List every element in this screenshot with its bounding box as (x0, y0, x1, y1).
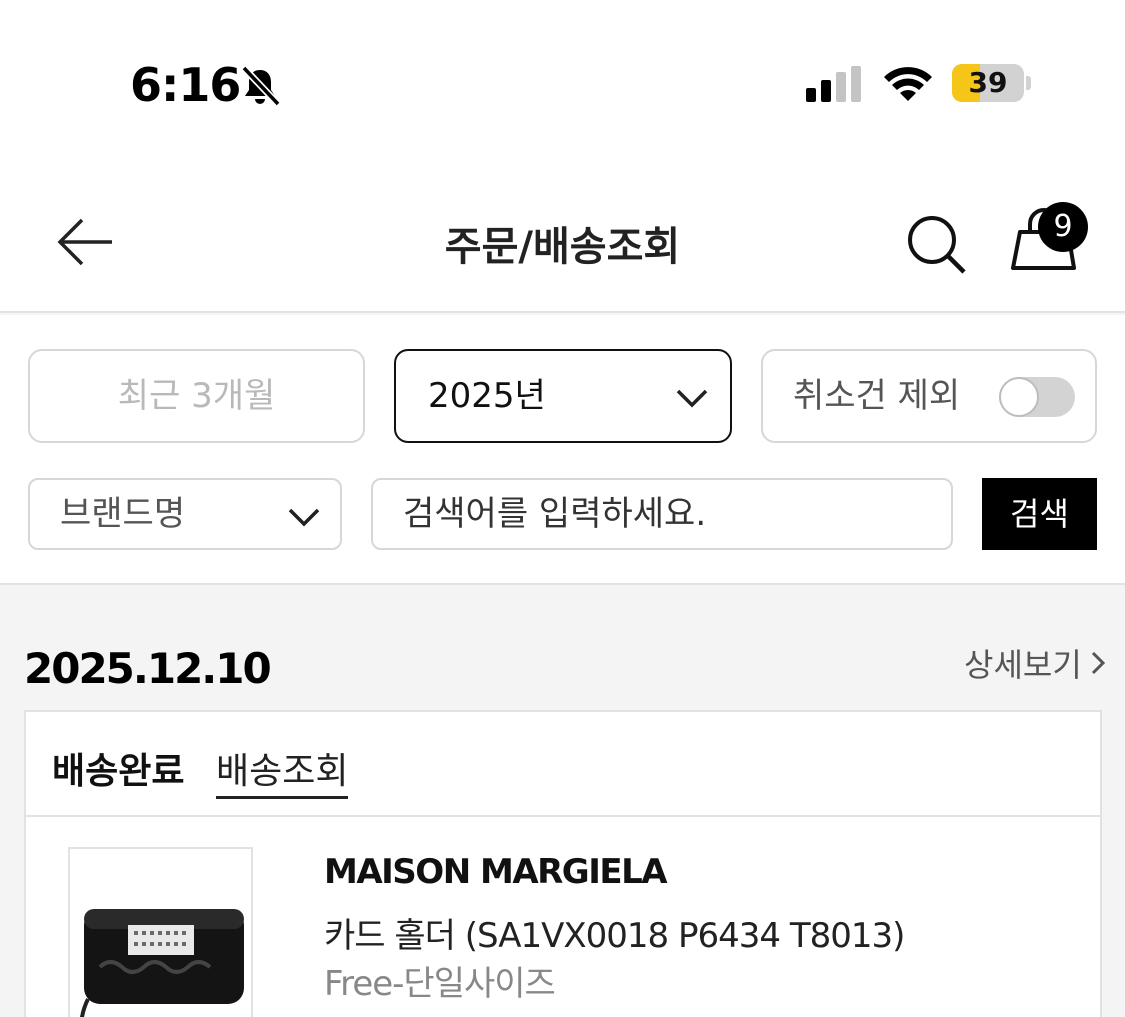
filter-panel: 최근 3개월 2025년 취소건 제외 브랜드명 검색 (0, 315, 1125, 585)
year-select[interactable]: 2025년 (394, 349, 732, 443)
search-button[interactable]: 검색 (982, 478, 1097, 550)
exclude-cancelled-row: 취소건 제외 (761, 349, 1097, 443)
product-name[interactable]: 카드 홀더 (SA1VX0018 P6434 T8013) (324, 908, 905, 957)
search-icon[interactable] (902, 210, 970, 278)
battery-icon: 39 (952, 64, 1024, 102)
search-input[interactable] (371, 478, 953, 550)
status-bar: 6:16 39 (0, 0, 1125, 170)
product-thumbnail[interactable] (68, 847, 253, 1017)
cellular-signal-icon (806, 66, 861, 102)
chevron-down-icon (288, 508, 320, 527)
wallet-image (80, 909, 244, 1017)
status-time: 6:16 (130, 58, 241, 112)
chevron-right-icon (1091, 651, 1105, 675)
order-card-header: 배송완료 배송조회 (26, 712, 1100, 817)
toggle-knob (999, 377, 1039, 417)
product-brand: MAISON MARGIELA (324, 852, 668, 892)
exclude-cancelled-toggle[interactable] (999, 377, 1075, 417)
recent-period-button[interactable]: 최근 3개월 (28, 349, 365, 443)
order-date: 2025.12.10 (24, 644, 272, 693)
tracking-link[interactable]: 배송조회 (216, 742, 349, 799)
order-detail-link[interactable]: 상세보기 (964, 640, 1106, 686)
battery-tip (1026, 76, 1031, 90)
order-card: 배송완료 배송조회 MAISON MARGIELA 카드 홀더 (SA1VX00… (24, 710, 1102, 1017)
brand-select-value: 브랜드명 (60, 494, 186, 534)
battery-level: 39 (968, 66, 1008, 99)
chevron-down-icon (676, 389, 708, 408)
wifi-icon (884, 67, 932, 101)
order-status: 배송완료 (52, 751, 185, 792)
product-option: Free-단일사이즈 (324, 964, 556, 1004)
exclude-cancelled-label: 취소건 제외 (793, 376, 961, 416)
cart-count-badge: 9 (1038, 202, 1088, 252)
year-select-value: 2025년 (428, 376, 546, 416)
order-detail-label: 상세보기 (964, 646, 1082, 684)
brand-select[interactable]: 브랜드명 (28, 478, 342, 550)
bell-muted-icon (241, 65, 281, 107)
nav-header: 주문/배송조회 9 (0, 170, 1125, 313)
